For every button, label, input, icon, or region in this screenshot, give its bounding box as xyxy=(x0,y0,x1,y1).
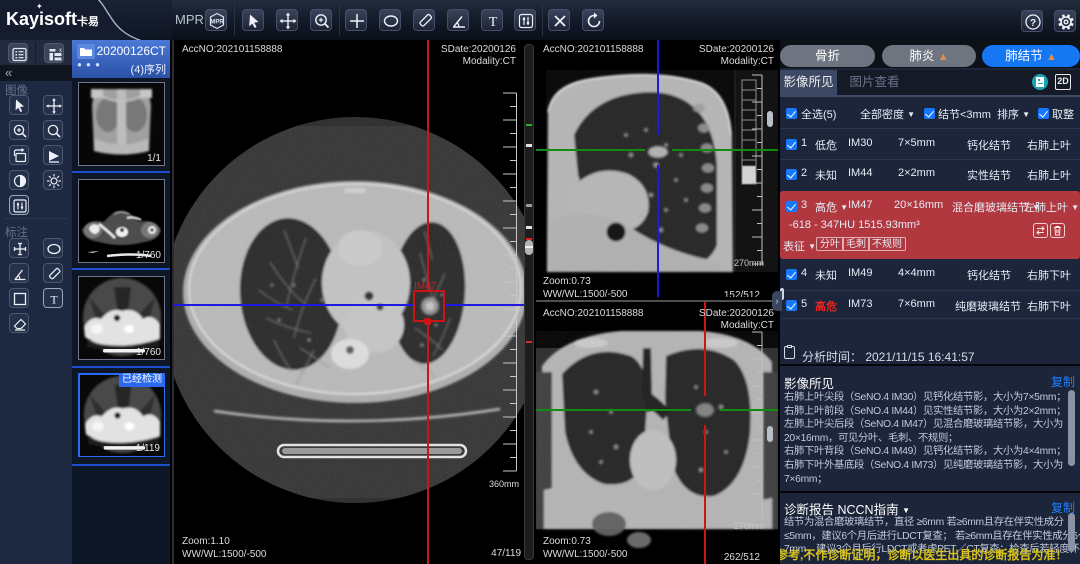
svg-text:T: T xyxy=(489,15,498,30)
svg-text:MPR: MPR xyxy=(210,20,224,26)
svg-text:T: T xyxy=(50,293,58,307)
svg-text:?: ? xyxy=(1030,18,1036,29)
